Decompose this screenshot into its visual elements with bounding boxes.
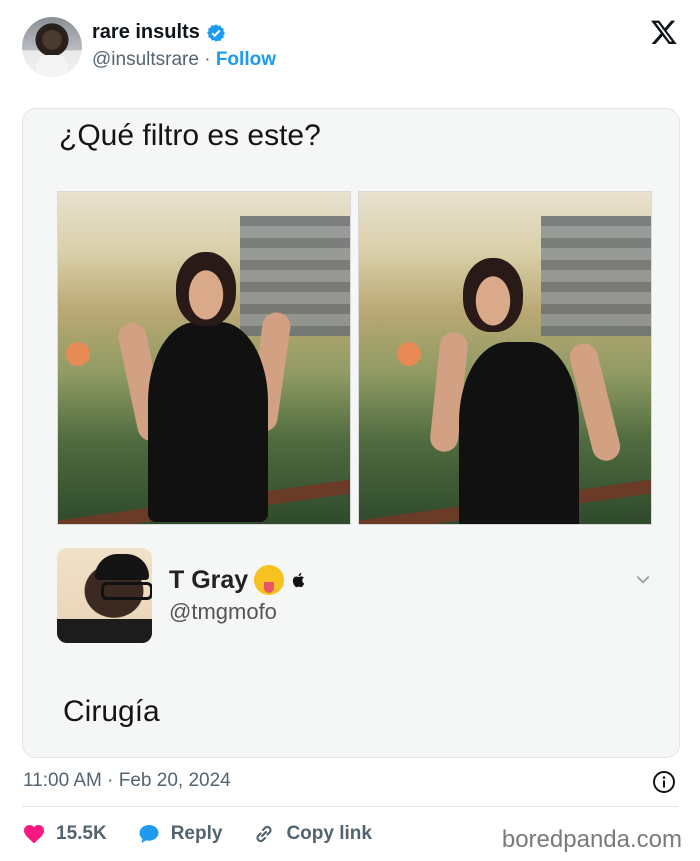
reply-bubble-icon bbox=[139, 825, 159, 843]
heart-icon bbox=[24, 825, 44, 844]
action-bar: 15.5K Reply Copy link bbox=[22, 822, 402, 846]
image-question-text: ¿Qué filtro es este? bbox=[59, 119, 321, 152]
info-icon[interactable] bbox=[652, 770, 676, 794]
reply-avatar bbox=[57, 548, 152, 643]
verified-badge-icon bbox=[206, 23, 225, 42]
photo-right bbox=[358, 191, 652, 525]
link-icon bbox=[256, 825, 273, 843]
author-avatar[interactable] bbox=[22, 17, 82, 77]
author-handle[interactable]: @insultsrare bbox=[92, 49, 199, 70]
reply-button[interactable]: Reply bbox=[137, 822, 223, 846]
reply-name-row: T Gray bbox=[169, 565, 308, 595]
copy-link-button[interactable]: Copy link bbox=[252, 822, 372, 846]
handle-separator: · bbox=[204, 49, 211, 70]
reply-handle: @tmgmofo bbox=[169, 599, 277, 624]
reply-display-name: T Gray bbox=[169, 565, 249, 594]
photo-left bbox=[57, 191, 351, 525]
post-timestamp[interactable]: 11:00 AM · Feb 20, 2024 bbox=[23, 770, 231, 792]
x-logo-icon[interactable] bbox=[650, 18, 678, 46]
chevron-down-icon bbox=[636, 575, 650, 584]
author-handle-row: @insultsrare · Follow bbox=[92, 49, 276, 71]
like-count: 15.5K bbox=[56, 823, 107, 844]
watermark-text: boredpanda.com bbox=[501, 826, 682, 853]
reply-text: Cirugía bbox=[63, 695, 160, 728]
apple-icon bbox=[293, 572, 305, 588]
copy-link-label: Copy link bbox=[286, 823, 372, 844]
divider bbox=[22, 806, 678, 807]
tongue-emoji-icon bbox=[254, 565, 285, 595]
author-display-name[interactable]: rare insults bbox=[92, 21, 200, 44]
follow-button[interactable]: Follow bbox=[216, 49, 276, 70]
like-button[interactable]: 15.5K bbox=[22, 822, 107, 846]
embedded-image-card[interactable]: ¿Qué filtro es este? T Gray @tmgmofo Cir… bbox=[22, 108, 680, 758]
author-name-row: rare insults bbox=[92, 21, 226, 44]
reply-label: Reply bbox=[170, 823, 223, 844]
